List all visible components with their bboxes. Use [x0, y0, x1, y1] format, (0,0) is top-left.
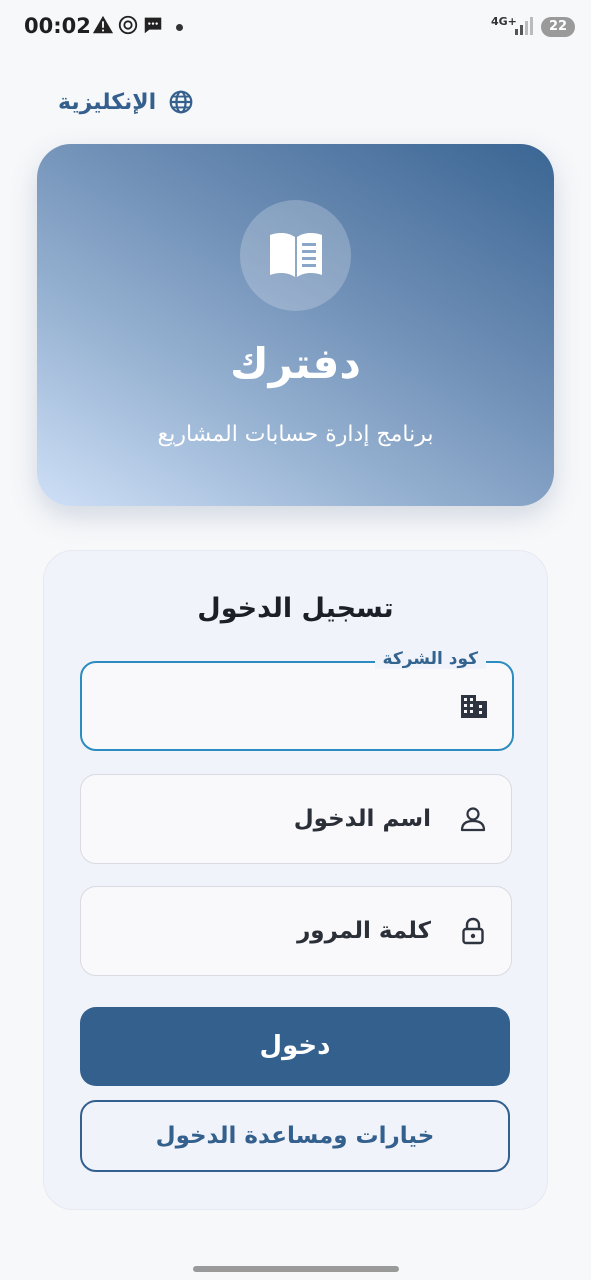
home-indicator[interactable]	[193, 1266, 399, 1272]
warning-icon	[92, 15, 114, 34]
battery-indicator: 22	[541, 17, 575, 37]
globe-icon	[169, 90, 193, 114]
hero-card: دفترك برنامج إدارة حسابات المشاريع	[37, 144, 554, 506]
ai-app-icon	[118, 15, 138, 35]
notification-dot	[176, 24, 183, 31]
building-icon	[461, 695, 487, 718]
company-code-field[interactable]: كود الشركة	[80, 649, 514, 751]
company-code-input[interactable]	[98, 681, 442, 731]
language-label: الإنكليزية	[58, 89, 157, 115]
status-bar: 00:02 4G+ 22	[0, 0, 591, 56]
username-field[interactable]: اسم الدخول	[80, 774, 512, 864]
app-title: دفترك	[230, 339, 361, 388]
username-placeholder: اسم الدخول	[293, 806, 431, 832]
company-code-label: كود الشركة	[374, 649, 486, 669]
login-title: تسجيل الدخول	[197, 593, 394, 624]
message-icon	[144, 17, 162, 34]
hero-icon-badge	[240, 200, 351, 311]
language-switch[interactable]: الإنكليزية	[58, 86, 194, 118]
login-form-card: تسجيل الدخول كود الشركة اسم الدخول كلمة …	[43, 550, 548, 1210]
login-help-button[interactable]: خيارات ومساعدة الدخول	[80, 1100, 510, 1172]
signal-icon	[515, 17, 533, 35]
password-field[interactable]: كلمة المرور	[80, 886, 512, 976]
open-book-icon	[270, 232, 322, 277]
lock-icon	[462, 917, 484, 945]
login-button[interactable]: دخول	[80, 1007, 510, 1086]
password-placeholder: كلمة المرور	[297, 918, 431, 944]
app-subtitle: برنامج إدارة حسابات المشاريع	[157, 422, 434, 447]
status-time: 00:02	[24, 14, 91, 38]
user-icon	[460, 807, 486, 832]
